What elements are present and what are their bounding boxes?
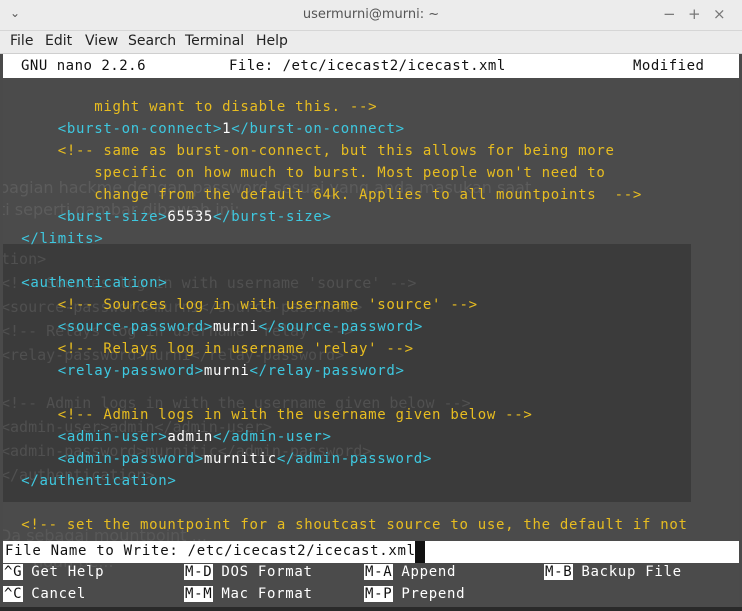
xml-tag: </relay-password> <box>249 363 405 379</box>
xml-tag: </limits> <box>21 231 104 247</box>
shortcut-item[interactable]: ^C Cancel <box>3 586 86 607</box>
menu-terminal[interactable]: Terminal <box>185 33 244 49</box>
code-line: <authentication> <box>3 275 167 297</box>
xml-comment: change from the default 64k. Applies to … <box>94 187 643 203</box>
menu-view[interactable]: View <box>85 33 118 49</box>
shortcut-item[interactable]: M-D DOS Format <box>184 564 313 586</box>
shortcut-item[interactable]: M-B Backup File <box>544 564 682 586</box>
shortcut-key: M-B <box>544 564 574 580</box>
shortcut-label: Cancel <box>31 586 87 602</box>
menu-edit[interactable]: Edit <box>45 33 72 49</box>
shortcut-key: M-P <box>364 586 394 602</box>
code-line: <!-- set the mountpoint for a shoutcast … <box>3 517 688 539</box>
shortcut-label: DOS Format <box>221 564 313 580</box>
minimize-icon[interactable]: − <box>663 5 676 23</box>
xml-comment: <!-- same as burst-on-connect, but this … <box>57 143 615 159</box>
xml-tag: <admin-password> <box>57 451 204 467</box>
shortcut-label: Backup File <box>581 564 682 580</box>
code-line: <!-- Admin logs in with the username giv… <box>3 407 532 429</box>
shortcut-key: ^G <box>3 564 24 580</box>
shortcut-label: Prepend <box>401 586 466 602</box>
nano-title-bar: GNU nano 2.2.6 File: /etc/icecast2/iceca… <box>3 54 739 78</box>
terminal-area[interactable]: bagian hackme dengan password sesuai yan… <box>3 54 739 607</box>
xml-comment: <!-- Sources log in with username 'sourc… <box>57 297 478 313</box>
xml-tag: </admin-user> <box>212 429 332 445</box>
xml-tag: <authentication> <box>21 275 168 291</box>
xml-comment: <!-- Relays log in username 'relay' --> <box>57 341 414 357</box>
filename-input[interactable]: File Name to Write: /etc/icecast2/icecas… <box>5 543 416 559</box>
nano-version: GNU nano 2.2.6 <box>21 58 147 74</box>
shortcut-key: M-D <box>184 564 214 580</box>
xml-comment: might want to disable this. --> <box>94 99 378 115</box>
code-line: <burst-size>65535</burst-size> <box>3 209 332 231</box>
xml-comment: <!-- Admin logs in with the username giv… <box>57 407 533 423</box>
shortcut-item[interactable]: ^G Get Help <box>3 564 104 586</box>
code-line: <!-- Relays log in username 'relay' --> <box>3 341 414 363</box>
window-bottom-border <box>0 607 742 611</box>
code-line: might want to disable this. --> <box>3 99 377 121</box>
shortcut-key: M-M <box>184 586 214 602</box>
xml-value: murni <box>203 363 250 379</box>
xml-tag: <burst-size> <box>57 209 168 225</box>
shortcut-label: Append <box>401 564 457 580</box>
code-line: <burst-on-connect>1</burst-on-connect> <box>3 121 405 143</box>
xml-tag: <burst-on-connect> <box>57 121 223 137</box>
code-line: <admin-user>admin</admin-user> <box>3 429 332 451</box>
xml-tag: </burst-on-connect> <box>231 121 405 137</box>
code-line: <source-password>murni</source-password> <box>3 319 423 341</box>
menu-bar: File Edit View Search Terminal Help <box>0 31 742 54</box>
filename-prompt[interactable]: File Name to Write: /etc/icecast2/icecas… <box>3 541 739 563</box>
shortcut-key: ^C <box>3 586 24 602</box>
shortcut-label: Get Help <box>31 564 105 580</box>
close-icon[interactable]: × <box>713 5 726 23</box>
code-line: specific on how much to burst. Most peop… <box>3 165 606 187</box>
code-line: </authentication> <box>3 473 176 495</box>
nano-filename: File: /etc/icecast2/icecast.xml <box>229 58 506 74</box>
shortcut-item[interactable]: M-P Prepend <box>364 586 465 607</box>
window-title: usermurni@murni: ~ <box>302 7 440 22</box>
menu-file[interactable]: File <box>10 33 33 49</box>
xml-tag: <source-password> <box>57 319 213 335</box>
shortcut-item[interactable]: M-A Append <box>364 564 456 586</box>
code-line: <relay-password>murni</relay-password> <box>3 363 405 385</box>
maximize-icon[interactable]: + <box>688 5 701 23</box>
text-cursor <box>415 541 425 563</box>
terminal-window: ⌄ usermurni@murni: ~ − + × File Edit Vie… <box>0 0 742 611</box>
code-line: </limits> <box>3 231 103 253</box>
xml-value: 1 <box>222 121 232 137</box>
menu-search[interactable]: Search <box>128 33 176 49</box>
xml-tag: <admin-user> <box>57 429 168 445</box>
code-line: <!-- same as burst-on-connect, but this … <box>3 143 615 165</box>
nano-modified-status: Modified <box>633 58 705 74</box>
xml-value: murnitic <box>203 451 277 467</box>
xml-value: murni <box>212 319 259 335</box>
xml-tag: <relay-password> <box>57 363 204 379</box>
xml-tag: </source-password> <box>258 319 423 335</box>
code-line: <!-- Sources log in with username 'sourc… <box>3 297 478 319</box>
menu-help[interactable]: Help <box>256 33 288 49</box>
xml-comment: <!-- set the mountpoint for a shoutcast … <box>21 517 688 533</box>
code-line: <admin-password>murnitic</admin-password… <box>3 451 432 473</box>
xml-tag: </burst-size> <box>212 209 332 225</box>
xml-value: admin <box>167 429 213 445</box>
title-bar[interactable]: ⌄ usermurni@murni: ~ − + × <box>0 0 742 31</box>
shortcut-item[interactable]: M-M Mac Format <box>184 586 313 607</box>
xml-tag: </admin-password> <box>276 451 433 467</box>
code-line: change from the default 64k. Applies to … <box>3 187 642 209</box>
xml-comment: specific on how much to burst. Most peop… <box>94 165 606 181</box>
xml-value: 65535 <box>167 209 213 225</box>
shortcut-label: Mac Format <box>221 586 313 602</box>
xml-tag: </authentication> <box>21 473 177 489</box>
shortcut-key: M-A <box>364 564 394 580</box>
